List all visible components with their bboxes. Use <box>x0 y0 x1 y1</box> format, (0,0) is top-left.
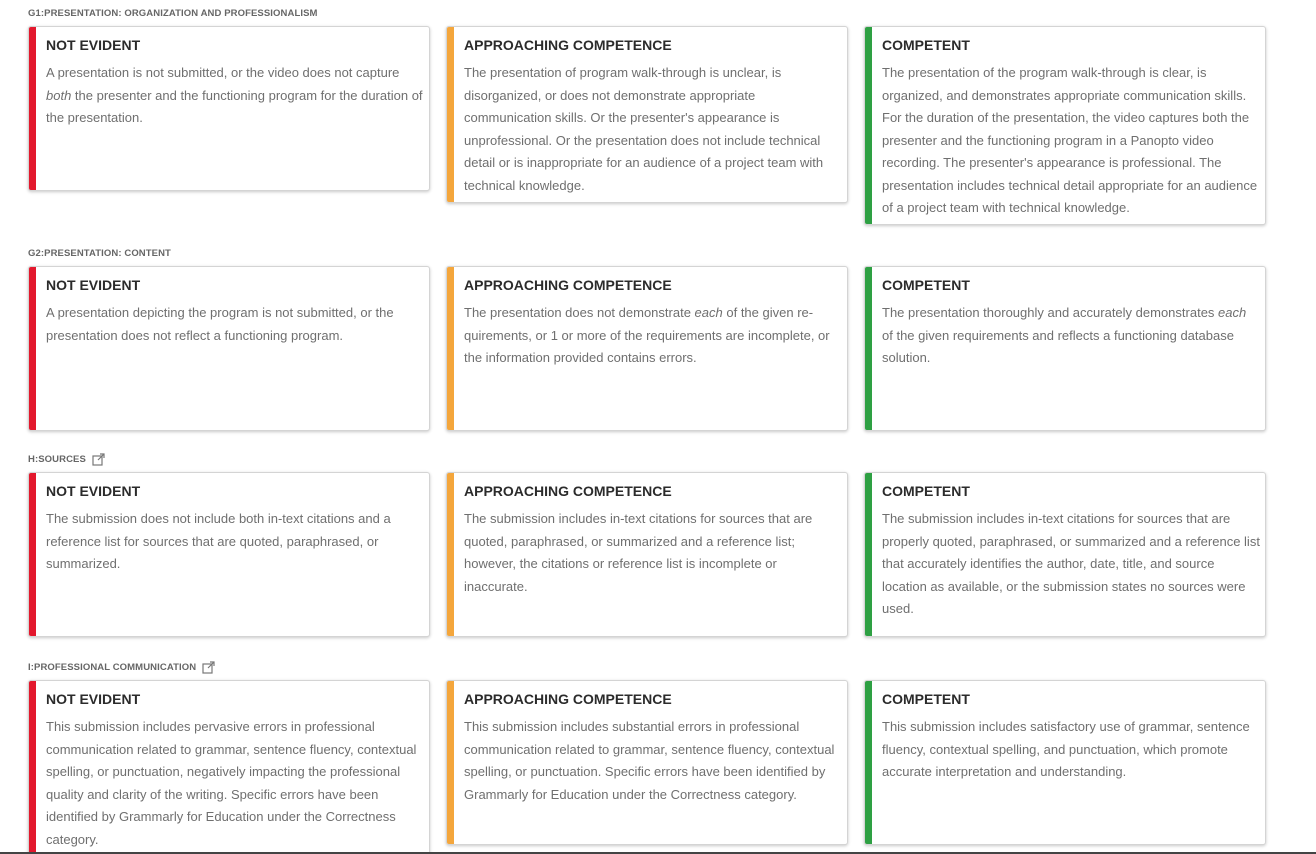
section-header: I:PROFESSIONAL COMMUNICATION <box>28 660 1274 674</box>
card-approaching-competence: APPROACHING COMPETENCE The presentation … <box>446 266 848 431</box>
card-title: NOT EVIDENT <box>46 277 141 293</box>
card-approaching-competence: APPROACHING COMPETENCE The submission in… <box>446 472 848 637</box>
card-title: NOT EVIDENT <box>46 37 141 53</box>
status-bar-orange <box>447 473 454 636</box>
status-bar-orange <box>447 27 454 202</box>
card-not-evident: NOT EVIDENT A presentation depicting the… <box>28 266 430 431</box>
card-description: This submission includes substantial err… <box>464 719 835 802</box>
rubric-page: G1:PRESENTATION: ORGANIZATION AND PROFES… <box>0 0 1316 854</box>
status-bar-red <box>29 27 36 190</box>
card-title: COMPETENT <box>882 691 970 707</box>
rubric-section-g2: G2:PRESENTATION: CONTENT NOT EVIDENT A p… <box>28 246 1274 431</box>
card-approaching-competence: APPROACHING COMPETENCE The presentation … <box>446 26 848 203</box>
card-title: COMPETENT <box>882 37 970 53</box>
section-header: H:SOURCES <box>28 452 1274 466</box>
card-description: The presentation thoroughly and accurate… <box>882 305 1247 365</box>
section-title: G1:PRESENTATION: ORGANIZATION AND PROFES… <box>28 7 318 19</box>
card-title: APPROACHING COMPETENCE <box>464 37 672 53</box>
card-competent: COMPETENT The presentation of the progra… <box>864 26 1266 225</box>
external-link-icon[interactable] <box>202 660 215 674</box>
card-description: A presentation depicting the program is … <box>46 305 394 343</box>
card-title: COMPETENT <box>882 277 970 293</box>
card-description: The presentation does not demonstrate ea… <box>464 305 830 365</box>
section-title: G2:PRESENTATION: CONTENT <box>28 247 171 259</box>
card-title: APPROACHING COMPETENCE <box>464 277 672 293</box>
status-bar-green <box>865 27 872 224</box>
status-bar-green <box>865 681 872 844</box>
card-description: The presentation of program walk-through… <box>464 65 824 193</box>
card-title: COMPETENT <box>882 483 970 499</box>
card-title: NOT EVIDENT <box>46 483 141 499</box>
rubric-section-h: H:SOURCES NOT EVIDENT The submission doe… <box>28 452 1274 637</box>
card-title: APPROACHING COMPETENCE <box>464 483 672 499</box>
card-approaching-competence: APPROACHING COMPETENCE This submission i… <box>446 680 848 845</box>
card-description: The submission includes in-text citation… <box>882 511 1260 616</box>
rubric-section-i: I:PROFESSIONAL COMMUNICATION NOT EVIDENT… <box>28 660 1274 854</box>
card-title: NOT EVIDENT <box>46 691 141 707</box>
section-title: I:PROFESSIONAL COMMUNICATION <box>28 661 197 673</box>
section-header: G1:PRESENTATION: ORGANIZATION AND PROFES… <box>28 6 1274 20</box>
card-description: The submission includes in-text citation… <box>464 511 813 594</box>
section-title: H:SOURCES <box>28 453 86 465</box>
card-description: This submission includes satisfactory us… <box>882 719 1250 779</box>
status-bar-orange <box>447 681 454 844</box>
section-header: G2:PRESENTATION: CONTENT <box>28 246 1274 260</box>
card-description: A presentation is not submitted, or the … <box>46 65 423 125</box>
card-description: This submission includes pervasive error… <box>46 719 417 847</box>
card-description: The submission does not include both in-… <box>46 511 391 571</box>
rubric-section-g1: G1:PRESENTATION: ORGANIZATION AND PROFES… <box>28 6 1274 225</box>
external-link-icon[interactable] <box>92 452 105 466</box>
status-bar-red <box>29 267 36 430</box>
status-bar-green <box>865 267 872 430</box>
card-description: The presentation of the program walk-thr… <box>882 65 1258 215</box>
card-competent: COMPETENT The presentation thoroughly an… <box>864 266 1266 431</box>
status-bar-red <box>29 473 36 636</box>
status-bar-green <box>865 473 872 636</box>
status-bar-red <box>29 681 36 854</box>
card-competent: COMPETENT The submission includes in-tex… <box>864 472 1266 637</box>
card-title: APPROACHING COMPETENCE <box>464 691 672 707</box>
status-bar-orange <box>447 267 454 430</box>
card-not-evident: NOT EVIDENT The submission does not incl… <box>28 472 430 637</box>
card-not-evident: NOT EVIDENT This submission includes per… <box>28 680 430 854</box>
card-not-evident: NOT EVIDENT A presentation is not submit… <box>28 26 430 191</box>
card-competent: COMPETENT This submission includes satis… <box>864 680 1266 845</box>
